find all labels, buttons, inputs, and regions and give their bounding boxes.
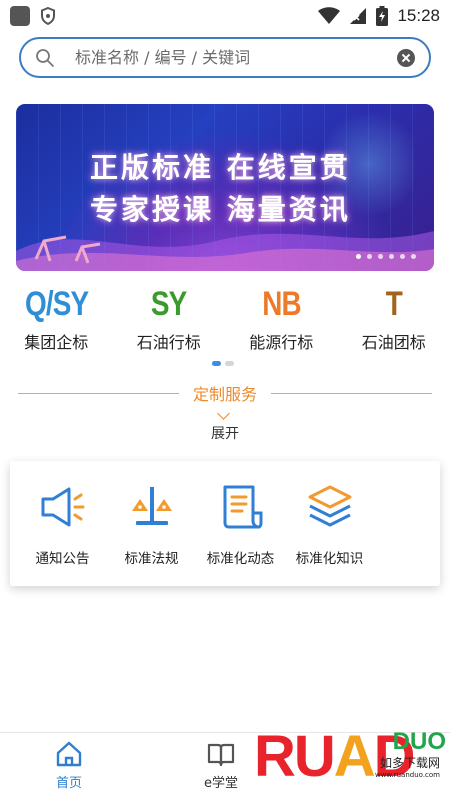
clock: 15:28	[397, 6, 440, 25]
pager-dot[interactable]	[212, 361, 221, 366]
banner-pager	[356, 254, 416, 259]
watermark-logo: RUAD DUO 如多下载网 www.ruanduo.com	[254, 724, 446, 789]
category-code: T	[385, 285, 403, 323]
battery-charging-icon	[376, 6, 389, 26]
feature-label: 标准化知识	[295, 551, 364, 567]
feature-label: 标准法规	[124, 551, 179, 567]
feature-news[interactable]: 标准化动态	[196, 481, 285, 586]
divider	[271, 392, 433, 394]
scales-icon	[131, 487, 172, 525]
banner-dot[interactable]	[400, 254, 405, 259]
category-code: SY	[150, 285, 187, 323]
category-label: 能源行标	[249, 333, 314, 352]
nav-home[interactable]: 首页	[54, 739, 84, 791]
banner-dot[interactable]	[378, 254, 383, 259]
category-nb[interactable]: NB 能源行标	[225, 282, 338, 357]
nav-study[interactable]: e学堂	[204, 739, 238, 791]
category-qsy[interactable]: Q/SY 集团企标	[0, 282, 113, 357]
signal-off-icon	[350, 8, 367, 24]
banner-dot[interactable]	[367, 254, 372, 259]
book-icon	[207, 743, 235, 767]
feature-label: 标准化动态	[206, 551, 275, 567]
banner-dot[interactable]	[356, 254, 361, 259]
divider	[18, 392, 179, 394]
search-bar[interactable]	[19, 37, 431, 78]
custom-service-header: 定制服务	[18, 378, 433, 408]
megaphone-icon	[41, 487, 84, 527]
custom-service-title: 定制服务	[193, 385, 258, 404]
app-screen: 15:28 正版标准 在线宣贯 专家授课 海量资讯	[0, 0, 450, 800]
feature-label: 通知公告	[35, 551, 90, 567]
banner-headline-1: 正版标准 在线宣贯	[90, 151, 351, 184]
search-input[interactable]	[75, 48, 397, 67]
standard-categories: Q/SY 集团企标 SY 石油行标 NB 能源行标 T 石油团标	[0, 282, 450, 357]
clear-icon[interactable]	[397, 48, 415, 67]
watermark-url: www.ruanduo.com	[374, 771, 440, 779]
nav-label: e学堂	[204, 776, 238, 791]
feature-knowledge[interactable]: 标准化知识	[285, 481, 374, 586]
category-pager	[212, 361, 234, 366]
app-notification-icon	[10, 6, 30, 26]
shield-icon	[41, 7, 55, 25]
watermark-text: 如多下载网	[379, 756, 440, 770]
status-bar: 15:28	[0, 0, 450, 32]
category-code: Q/SY	[24, 285, 89, 323]
pager-dot[interactable]	[225, 361, 234, 366]
banner-dot[interactable]	[389, 254, 394, 259]
chevron-down-icon[interactable]	[217, 407, 230, 420]
expand-button[interactable]: 展开	[0, 423, 450, 443]
feature-card: 通知公告 标准法规 标准化动态 标准化知识	[10, 461, 440, 586]
banner-headline-2: 专家授课 海量资讯	[90, 193, 351, 226]
wifi-icon	[318, 7, 341, 24]
search-icon	[36, 48, 54, 67]
category-sy[interactable]: SY 石油行标	[113, 282, 226, 357]
home-icon	[56, 741, 82, 767]
category-label: 集团企标	[24, 333, 89, 352]
feature-notices[interactable]: 通知公告	[18, 481, 107, 586]
category-code: NB	[261, 285, 301, 323]
category-label: 石油行标	[136, 333, 201, 352]
document-icon	[223, 485, 262, 529]
banner-dot[interactable]	[411, 254, 416, 259]
category-label: 石油团标	[361, 333, 426, 352]
feature-regulations[interactable]: 标准法规	[107, 481, 196, 586]
nav-label: 首页	[55, 776, 82, 791]
layers-icon	[308, 485, 351, 527]
category-t[interactable]: T 石油团标	[338, 282, 450, 357]
promo-banner[interactable]: 正版标准 在线宣贯 专家授课 海量资讯	[16, 104, 434, 271]
